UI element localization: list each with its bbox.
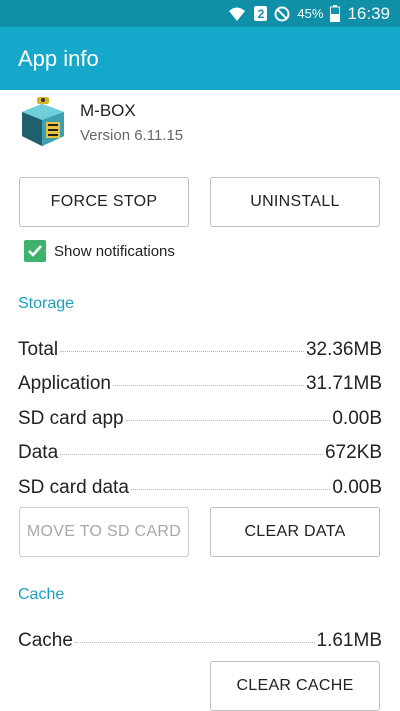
cache-row-value: 1.61MB — [316, 630, 382, 651]
dot-leader — [60, 454, 323, 455]
uninstall-button[interactable]: UNINSTALL — [210, 177, 380, 227]
dot-leader — [74, 642, 315, 643]
do-not-disturb-icon — [274, 6, 290, 22]
storage-section-title: Storage — [18, 295, 75, 312]
dot-leader — [60, 351, 304, 352]
storage-row-label: SD card app — [18, 408, 124, 429]
toolbox-app-icon — [18, 96, 68, 148]
dot-leader — [112, 385, 304, 386]
dot-leader — [125, 420, 331, 421]
wifi-icon — [227, 6, 247, 22]
storage-row-value: 32.36MB — [305, 339, 382, 360]
sim-icon: 2 — [254, 6, 268, 21]
cache-section-title: Cache — [18, 586, 65, 603]
battery-icon — [330, 5, 341, 22]
storage-row-value: 672KB — [324, 442, 382, 463]
clear-data-button[interactable]: CLEAR DATA — [210, 507, 380, 557]
storage-row-label: Data — [18, 442, 59, 463]
storage-row-value: 0.00B — [332, 408, 382, 429]
app-name: M-BOX — [80, 100, 136, 120]
dot-leader — [130, 489, 331, 490]
status-bar: 2 45% 16:39 — [0, 0, 400, 27]
storage-row-value: 0.00B — [332, 477, 382, 498]
storage-row-data: Data 672KB — [18, 442, 382, 472]
cache-row-label: Cache — [18, 630, 73, 651]
app-header: M-BOX Version 6.11.15 — [18, 96, 183, 148]
cache-row: Cache 1.61MB — [18, 630, 382, 660]
storage-row-value: 31.71MB — [305, 373, 382, 394]
page-title: App info — [18, 45, 99, 71]
move-to-sd-card-button[interactable]: MOVE TO SD CARD — [19, 507, 189, 557]
force-stop-button[interactable]: FORCE STOP — [19, 177, 189, 227]
clock: 16:39 — [347, 3, 390, 23]
storage-row-label: SD card data — [18, 477, 129, 498]
show-notifications-label: Show notifications — [54, 242, 175, 260]
storage-row-sd-card-data: SD card data 0.00B — [18, 477, 382, 507]
clear-cache-button[interactable]: CLEAR CACHE — [210, 661, 380, 711]
storage-row-label: Application — [18, 373, 111, 394]
checkbox-checked-icon[interactable] — [24, 240, 46, 262]
storage-row-label: Total — [18, 339, 59, 360]
app-bar: App info — [0, 27, 400, 90]
show-notifications-toggle[interactable]: Show notifications — [24, 240, 175, 262]
storage-row-sd-card-app: SD card app 0.00B — [18, 408, 382, 438]
app-version: Version 6.11.15 — [80, 126, 184, 144]
storage-row-total: Total 32.36MB — [18, 339, 382, 369]
battery-percent: 45% — [297, 6, 324, 21]
storage-row-application: Application 31.71MB — [18, 373, 382, 403]
